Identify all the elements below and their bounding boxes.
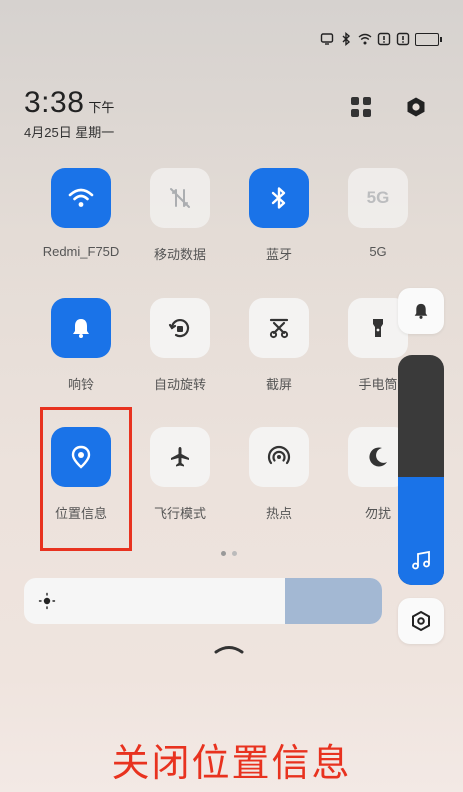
tile-label: 热点 [265,506,292,521]
music-note-icon [412,550,430,570]
bluetooth-icon [271,187,286,209]
battery-charging-icon [415,32,442,46]
tile-hotspot[interactable]: 热点 [230,427,328,522]
screenshot-button[interactable] [249,298,309,358]
tile-5g[interactable]: 5G 5G [329,168,427,259]
tile-wifi[interactable]: Redmi_F75D [32,168,130,259]
volume-settings-button[interactable] [398,598,444,644]
airplane-toggle[interactable] [150,427,210,487]
auto-rotate-toggle[interactable] [150,298,210,358]
clock-date: 4月25日 星期一 [24,125,115,140]
alert-icon [396,32,410,46]
settings-hexagon-icon[interactable] [405,96,427,118]
mobile-data-off-icon [170,188,190,208]
tile-mobile-data[interactable]: 移动数据 [131,168,229,263]
tile-label: 响铃 [67,377,94,392]
tile-label: 截屏 [265,377,292,392]
tile-bluetooth[interactable]: 蓝牙 [230,168,328,263]
bell-icon [73,319,89,338]
clock-time: 3:38 [24,86,85,119]
screenshot-scissors-icon [269,318,289,339]
tile-auto-rotate[interactable]: 自动旋转 [131,298,229,393]
moon-icon [369,447,387,467]
highlight-box [40,407,132,551]
hotspot-icon [267,445,291,465]
tile-label: 5G [369,244,387,259]
wifi-icon [358,32,372,46]
tile-airplane[interactable]: 飞行模式 [131,427,229,522]
tile-label: 移动数据 [153,247,206,262]
tile-label: 自动旋转 [153,377,206,392]
clock: 3:38 下午 [24,86,114,120]
5g-icon: 5G [366,188,390,207]
brightness-fill [285,578,382,624]
caption-text: 关闭位置信息 [111,743,352,785]
edit-tiles-grid-icon[interactable] [351,97,371,117]
alert-icon [377,32,391,46]
tile-screenshot[interactable]: 截屏 [230,298,328,393]
bell-icon [414,303,428,319]
hotspot-toggle[interactable] [249,427,309,487]
screen-cast-icon [320,32,334,46]
tile-label: Redmi_F75D [42,244,120,259]
tile-label: 蓝牙 [265,247,292,262]
ring-toggle[interactable] [51,298,111,358]
clock-ampm: 下午 [88,100,115,115]
brightness-sun-icon [38,592,56,610]
page-indicator [221,551,237,556]
bluetooth-toggle[interactable] [249,168,309,228]
flashlight-icon [373,319,383,337]
wifi-icon [68,188,94,207]
wifi-toggle[interactable] [51,168,111,228]
airplane-icon [171,447,189,467]
auto-rotate-icon [168,319,190,338]
collapse-chevron-icon[interactable] [213,640,245,656]
volume-slider[interactable] [398,355,444,585]
page-dot [221,551,226,556]
ringer-mode-button[interactable] [398,288,444,334]
settings-hexagon-icon [412,610,430,632]
brightness-slider[interactable] [24,578,382,624]
status-bar [320,32,442,46]
5g-toggle[interactable]: 5G [348,168,408,228]
mobile-data-toggle[interactable] [150,168,210,228]
page-dot [232,551,237,556]
tile-label: 飞行模式 [153,506,206,521]
bluetooth-icon [339,32,353,46]
tile-ring[interactable]: 响铃 [32,298,130,393]
